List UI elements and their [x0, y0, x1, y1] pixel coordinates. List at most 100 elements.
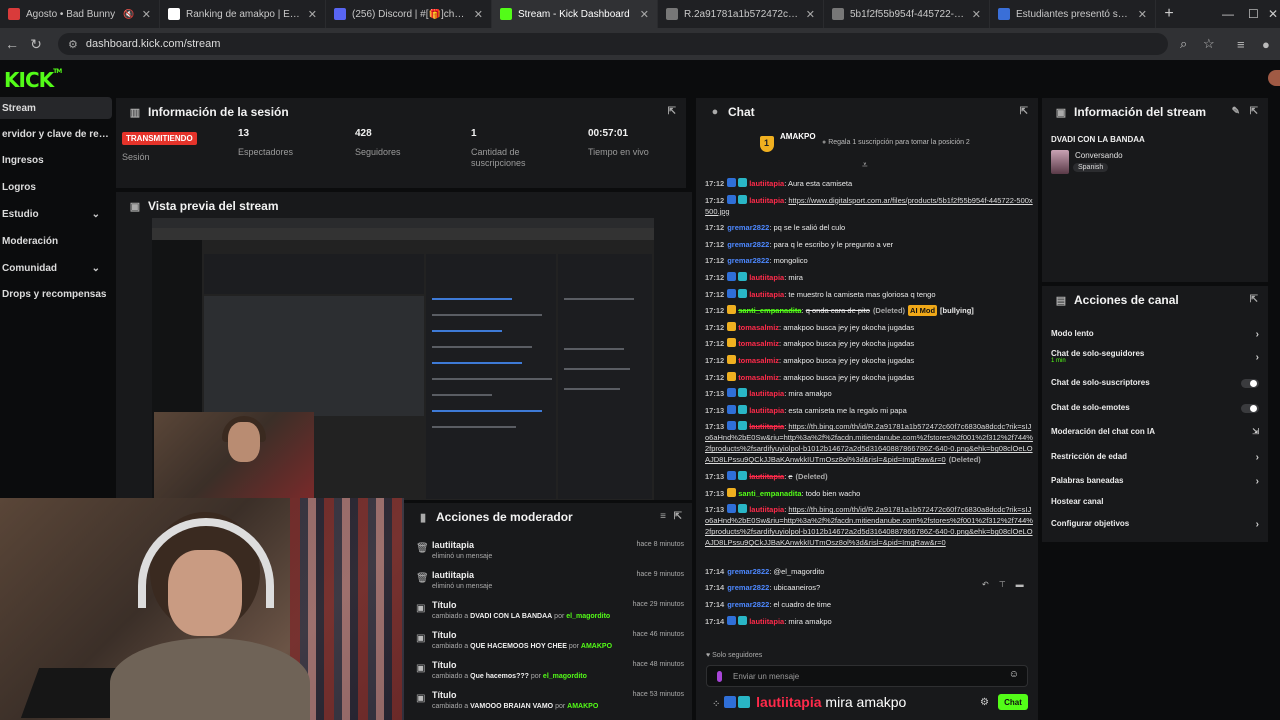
chat-username[interactable]: lautiitapia	[749, 422, 784, 431]
chat-username[interactable]: lautiitapia	[749, 196, 784, 205]
chat-message[interactable]: 17:12 gremar2822: para q le escribo y le …	[705, 239, 1033, 250]
chat-message[interactable]: 17:12 lautiitapia: te muestro la camiseta…	[705, 288, 1033, 300]
chat-message[interactable]: 17:12 lautiitapia: mira	[705, 272, 1033, 283]
chat-message[interactable]: 17:13 santi_empanadita: todo bien wacho	[705, 487, 1033, 499]
chat-username[interactable]: lautiitapia	[749, 389, 784, 398]
close-icon[interactable]: ✕	[966, 8, 981, 21]
chat-username[interactable]: gremar2822	[727, 223, 769, 232]
chat-message[interactable]: 17:13 lautiitapia: https://th.bing.com/th…	[705, 504, 1033, 548]
chat-message[interactable]: 17:14 gremar2822: el cuadro de time	[705, 599, 1033, 610]
chat-username[interactable]: lautiitapia	[749, 617, 784, 626]
desc-by-user[interactable]: el_magordito	[543, 673, 587, 680]
chat-message[interactable]: 17:13 lautiitapia: e (Deleted)	[705, 471, 1033, 482]
chat-username[interactable]: gremar2822	[727, 567, 769, 576]
filter-icon[interactable]: ≡	[660, 511, 666, 522]
browser-tab[interactable]: Agosto • Bad Bunny 🔇 ✕	[0, 0, 160, 28]
popout-icon[interactable]: ⇱	[1020, 106, 1028, 117]
close-icon[interactable]: ✕	[136, 8, 151, 21]
chat-message[interactable]: 17:12 tomasalmiz: amakpoo busca jey jey o…	[705, 338, 1033, 349]
emoji-icon[interactable]: ☺	[1009, 669, 1019, 680]
desc-by-user[interactable]: AMAKPO	[581, 643, 612, 650]
chat-username[interactable]: tomasalmiz	[738, 323, 779, 332]
popout-icon[interactable]: ⇱	[1250, 294, 1258, 305]
chat-username[interactable]: gremar2822	[727, 240, 769, 249]
setting-ai-moderation[interactable]: Moderación del chat con IA ⇲	[1051, 427, 1265, 445]
popout-icon[interactable]: ⇱	[668, 106, 676, 117]
chat-username[interactable]: tomasalmiz	[738, 339, 779, 348]
toggle-switch[interactable]	[1241, 379, 1259, 388]
extensions-icon[interactable]: ≡	[1237, 28, 1245, 60]
chat-username[interactable]: gremar2822	[727, 600, 769, 609]
popout-icon[interactable]: ⇱	[1250, 106, 1258, 117]
sidebar-item-moderacion[interactable]: Moderación	[0, 230, 112, 252]
chat-username[interactable]: tomasalmiz	[738, 373, 779, 382]
chat-message[interactable]: 17:12 lautiitapia: https://www.digitalspo…	[705, 194, 1033, 217]
desc-by-user[interactable]: AMAKPO	[567, 703, 598, 710]
url-field[interactable]: ⚙ dashboard.kick.com/stream	[58, 33, 1168, 55]
chat-send-button[interactable]: Chat	[998, 694, 1028, 710]
browser-tab[interactable]: Estudiantes presentó su nueva ✕	[990, 0, 1156, 28]
popout-icon[interactable]: ⇱	[674, 511, 682, 522]
chat-username[interactable]: santi_empanadita	[738, 489, 801, 498]
sidebar-item-comunidad[interactable]: Comunidad ⌄	[0, 257, 112, 279]
chat-username[interactable]: lautiitapia	[749, 406, 784, 415]
pin-icon[interactable]: ⊤	[999, 580, 1006, 592]
window-close-button[interactable]: ✕	[1268, 0, 1278, 28]
reply-icon[interactable]: ↶	[982, 580, 989, 592]
chat-message-input[interactable]: Enviar un mensaje ☺	[706, 665, 1028, 687]
close-icon[interactable]: ✕	[800, 8, 815, 21]
setting-slow-mode[interactable]: Modo lento ›	[1051, 329, 1265, 347]
maximize-button[interactable]: ☐	[1248, 0, 1259, 28]
chat-username[interactable]: gremar2822	[727, 256, 769, 265]
minimize-button[interactable]: —	[1222, 0, 1234, 28]
chat-message[interactable]: 17:13 lautiitapia: mira amakpo	[705, 388, 1033, 399]
sidebar-item-drops[interactable]: Drops y recompensas	[0, 283, 112, 305]
chat-message[interactable]: 17:14 lautiitapia: mira amakpo	[705, 615, 1033, 627]
setting-followers-only[interactable]: Chat de solo-seguidores 1 min ›	[1051, 349, 1265, 367]
close-icon[interactable]: ✕	[1132, 8, 1147, 21]
chat-message[interactable]: 17:14 gremar2822: @el_magordito	[705, 566, 1033, 577]
mod-action-user[interactable]: lautiitapia	[432, 540, 474, 550]
reload-icon[interactable]: ↻	[24, 36, 48, 53]
back-icon[interactable]: ←	[0, 36, 24, 52]
sidebar-item-estudio[interactable]: Estudio ⌄	[0, 203, 112, 225]
browser-tab[interactable]: (256) Discord | #[🎁]charla | C ✕	[326, 0, 492, 28]
chat-message[interactable]: 17:12 tomasalmiz: amakpoo busca jey jey o…	[705, 355, 1033, 366]
chat-username[interactable]: lautiitapia	[749, 290, 784, 299]
bookmark-icon[interactable]: ☆	[1203, 28, 1215, 60]
toggle-switch[interactable]	[1241, 404, 1259, 413]
site-settings-icon[interactable]: ⚙	[68, 38, 78, 51]
new-tab-icon[interactable]: +	[1156, 5, 1182, 23]
browser-tab[interactable]: R.2a91781a1b572472c60f7c68 ✕	[658, 0, 824, 28]
setting-age-restriction[interactable]: Restricción de edad ›	[1051, 452, 1265, 470]
chat-settings-icon[interactable]: ⚙	[980, 697, 989, 708]
chat-username[interactable]: gremar2822	[727, 583, 769, 592]
chat-username[interactable]: lautiitapia	[749, 472, 784, 481]
chat-username[interactable]: lautiitapia	[749, 179, 784, 188]
close-icon[interactable]: ✕	[468, 8, 483, 21]
chat-message[interactable]: 17:12 lautiitapia: Aura esta camiseta	[705, 178, 1033, 189]
close-icon[interactable]: ✕	[634, 8, 649, 21]
setting-host-channel[interactable]: Hostear canal	[1051, 497, 1265, 515]
trash-icon[interactable]: ▬	[1016, 580, 1024, 592]
chat-message[interactable]: 17:12 gremar2822: pq se le salió del culo	[705, 222, 1033, 233]
browser-tab[interactable]: 5b1f2f55b954f-445722-500x50 ✕	[824, 0, 990, 28]
zoom-icon[interactable]: ⌕	[1180, 28, 1187, 60]
chat-username[interactable]: tomasalmiz	[738, 356, 779, 365]
chat-message[interactable]: 17:13 lautiitapia: esta camiseta me la re…	[705, 404, 1033, 416]
setting-emotes-only[interactable]: Chat de solo-emotes	[1051, 403, 1265, 421]
chat-username[interactable]: lautiitapia	[749, 273, 784, 282]
setting-goals[interactable]: Configurar objetivos ›	[1051, 519, 1265, 537]
setting-subs-only[interactable]: Chat de solo-suscriptores	[1051, 378, 1265, 396]
sidebar-item-ingresos[interactable]: Ingresos	[0, 149, 112, 171]
profile-icon[interactable]: ●	[1262, 28, 1270, 60]
close-icon[interactable]: ✕	[302, 8, 317, 21]
setting-banned-words[interactable]: Palabras baneadas ›	[1051, 476, 1265, 494]
chat-username[interactable]: santi_empanadita	[738, 306, 801, 315]
mute-icon[interactable]: 🔇	[123, 9, 134, 20]
sidebar-item-logros[interactable]: Logros	[0, 176, 112, 198]
chat-message[interactable]: 17:12 tomasalmiz: amakpoo busca jey jey o…	[705, 321, 1033, 333]
chat-username[interactable]: lautiitapia	[749, 505, 784, 514]
kick-logo[interactable]: KICKTM	[4, 68, 62, 92]
edit-icon[interactable]: ✎	[1232, 106, 1240, 117]
